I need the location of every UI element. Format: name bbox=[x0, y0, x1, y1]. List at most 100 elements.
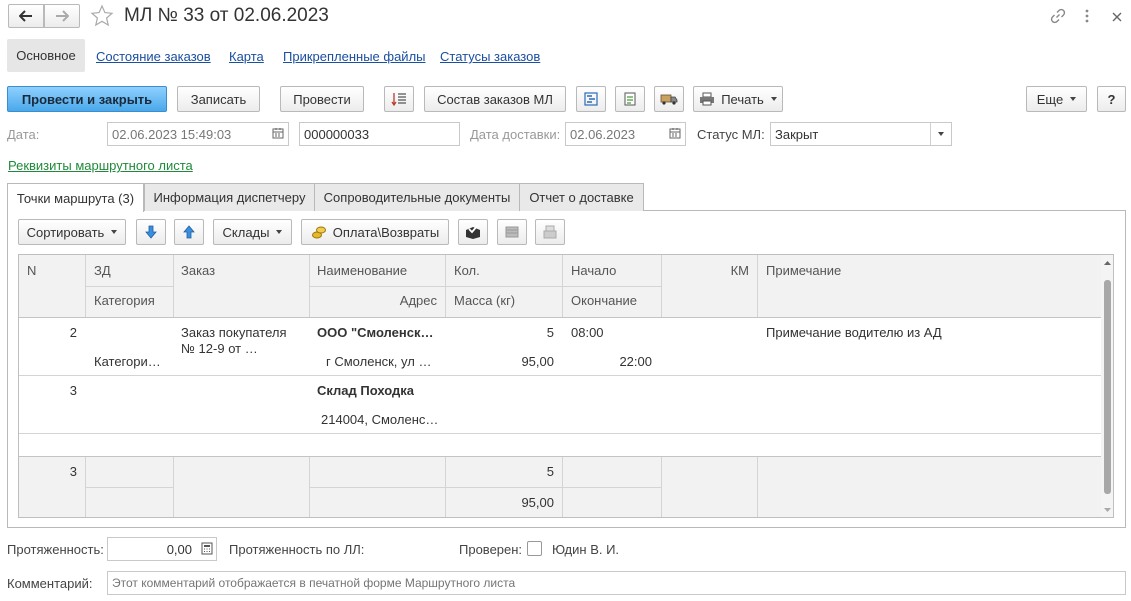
header-km[interactable]: КМ bbox=[669, 263, 749, 278]
orders-composition-label: Состав заказов МЛ bbox=[437, 91, 553, 107]
nav-tab-statuses[interactable]: Статусы заказов bbox=[440, 49, 540, 64]
row-order-line1: Заказ покупателя bbox=[181, 325, 287, 340]
footer-mass: 95,00 bbox=[521, 495, 554, 510]
date-value: 02.06.2023 15:49:03 bbox=[112, 127, 232, 142]
stack-button[interactable] bbox=[497, 219, 527, 245]
arrow-right-icon bbox=[56, 10, 69, 22]
header-order[interactable]: Заказ bbox=[181, 263, 215, 278]
delivery-date-field[interactable]: 02.06.2023 bbox=[565, 122, 686, 146]
row-name: ООО "Смоленск… bbox=[317, 325, 434, 340]
header-start[interactable]: Начало bbox=[571, 263, 616, 278]
post-and-close-button[interactable]: Провести и закрыть bbox=[7, 86, 167, 112]
date-label: Дата: bbox=[7, 127, 40, 142]
checked-checkbox[interactable] bbox=[527, 541, 542, 556]
truck-button[interactable] bbox=[654, 86, 684, 112]
truck-icon bbox=[660, 94, 678, 105]
header-zd[interactable]: ЗД bbox=[94, 263, 111, 278]
chevron-down-icon bbox=[276, 230, 283, 234]
help-button[interactable]: ? bbox=[1097, 86, 1126, 112]
delivery-date-value: 02.06.2023 bbox=[570, 127, 636, 142]
help-label: ? bbox=[1107, 91, 1116, 107]
footer-qty: 5 bbox=[546, 464, 554, 479]
forward-button[interactable] bbox=[44, 4, 80, 28]
header-n[interactable]: N bbox=[27, 263, 36, 278]
save-label: Записать bbox=[190, 91, 247, 107]
tab-dispatcher-info[interactable]: Информация диспетчеру bbox=[144, 183, 315, 211]
nav-tab-order-status[interactable]: Состояние заказов bbox=[96, 49, 211, 64]
back-button[interactable] bbox=[8, 4, 44, 28]
nav-tab-main[interactable]: Основное bbox=[7, 39, 85, 72]
header-address[interactable]: Адрес bbox=[317, 293, 437, 308]
nav-tab-map[interactable]: Карта bbox=[229, 49, 264, 64]
header-qty[interactable]: Кол. bbox=[454, 263, 480, 278]
row-mass: 95,00 bbox=[521, 354, 554, 369]
calculator-icon[interactable] bbox=[201, 542, 213, 558]
vertical-scrollbar[interactable] bbox=[1101, 255, 1114, 517]
header-mass[interactable]: Масса (кг) bbox=[454, 293, 515, 308]
stack-icon bbox=[505, 226, 519, 238]
calendar-icon[interactable] bbox=[669, 127, 681, 142]
row-order-line2: № 12-9 от … bbox=[181, 341, 258, 356]
nav-tab-attached-files[interactable]: Прикрепленные файлы bbox=[283, 49, 426, 64]
star-icon[interactable] bbox=[90, 4, 114, 31]
tab-label: Информация диспетчеру bbox=[153, 190, 306, 205]
link-icon[interactable] bbox=[1050, 8, 1066, 27]
window-title: МЛ № 33 от 02.06.2023 bbox=[124, 5, 329, 26]
header-name[interactable]: Наименование bbox=[317, 263, 407, 278]
header-note[interactable]: Примечание bbox=[766, 263, 841, 278]
post-button[interactable]: Провести bbox=[280, 86, 364, 112]
tab-label: Сопроводительные документы bbox=[323, 190, 511, 205]
status-label: Статус МЛ: bbox=[697, 127, 765, 142]
sort-list-button[interactable] bbox=[384, 86, 414, 112]
warehouses-button[interactable]: Склады bbox=[213, 219, 292, 245]
structure-icon bbox=[584, 92, 598, 106]
structure-button[interactable] bbox=[576, 86, 606, 112]
tab-route-points[interactable]: Точки маршрута (3) bbox=[7, 183, 144, 212]
print-button[interactable]: Печать bbox=[693, 86, 783, 112]
nav-tab-label: Основное bbox=[16, 48, 76, 63]
delivery-date-label: Дата доставки: bbox=[470, 127, 561, 142]
move-up-button[interactable] bbox=[174, 219, 204, 245]
save-button[interactable]: Записать bbox=[177, 86, 260, 112]
payment-returns-button[interactable]: Оплата\Возвраты bbox=[301, 219, 449, 245]
post-and-close-label: Провести и закрыть bbox=[21, 91, 153, 107]
sort-label: Сортировать bbox=[26, 224, 105, 240]
table-footer: 3 5 95,00 bbox=[19, 456, 1101, 517]
checked-by: Юдин В. И. bbox=[552, 542, 620, 557]
table-row[interactable]: 3 Склад Походка 214004, Смоленс… bbox=[19, 376, 1101, 433]
tab-accompanying-docs[interactable]: Сопроводительные документы bbox=[314, 183, 520, 211]
row-address: г Смоленск, ул … bbox=[326, 354, 432, 369]
box-check-button[interactable] bbox=[458, 219, 488, 245]
sort-button[interactable]: Сортировать bbox=[18, 219, 126, 245]
more-vertical-icon[interactable] bbox=[1085, 8, 1089, 27]
header-category[interactable]: Категория bbox=[94, 293, 155, 308]
orders-composition-button[interactable]: Состав заказов МЛ bbox=[424, 86, 566, 112]
comment-label: Комментарий: bbox=[7, 576, 93, 591]
date-field[interactable]: 02.06.2023 15:49:03 bbox=[107, 122, 289, 146]
more-button[interactable]: Еще bbox=[1026, 86, 1087, 112]
tab-label: Точки маршрута (3) bbox=[16, 190, 135, 206]
close-icon[interactable] bbox=[1112, 10, 1122, 25]
tab-delivery-report[interactable]: Отчет о доставке bbox=[519, 183, 644, 211]
requisites-link[interactable]: Реквизиты маршрутного листа bbox=[8, 158, 193, 173]
comment-field[interactable] bbox=[107, 571, 1126, 595]
header-end[interactable]: Окончание bbox=[571, 293, 637, 308]
row-n: 2 bbox=[69, 325, 77, 340]
footer-n: 3 bbox=[69, 464, 77, 479]
arrow-down-icon bbox=[145, 225, 157, 239]
calendar-icon[interactable] bbox=[272, 127, 284, 142]
scroll-down-icon[interactable] bbox=[1101, 504, 1114, 516]
document-check-button[interactable] bbox=[615, 86, 645, 112]
move-down-button[interactable] bbox=[136, 219, 166, 245]
table-row[interactable]: 2 Категори… Заказ покупателя № 12-9 от …… bbox=[19, 318, 1101, 375]
row-address: 214004, Смоленс… bbox=[321, 412, 439, 427]
status-select[interactable]: Закрыт bbox=[770, 122, 952, 146]
route-points-table[interactable]: N ЗД Категория Заказ Наименование Адрес … bbox=[18, 254, 1114, 518]
scrollbar-thumb[interactable] bbox=[1104, 280, 1111, 494]
row-qty: 5 bbox=[546, 325, 554, 340]
chevron-down-icon[interactable] bbox=[930, 123, 951, 145]
number-field[interactable]: 000000033 bbox=[299, 122, 460, 146]
scroll-up-icon[interactable] bbox=[1101, 257, 1114, 269]
row-name: Склад Походка bbox=[317, 383, 415, 398]
copy-button[interactable] bbox=[535, 219, 565, 245]
